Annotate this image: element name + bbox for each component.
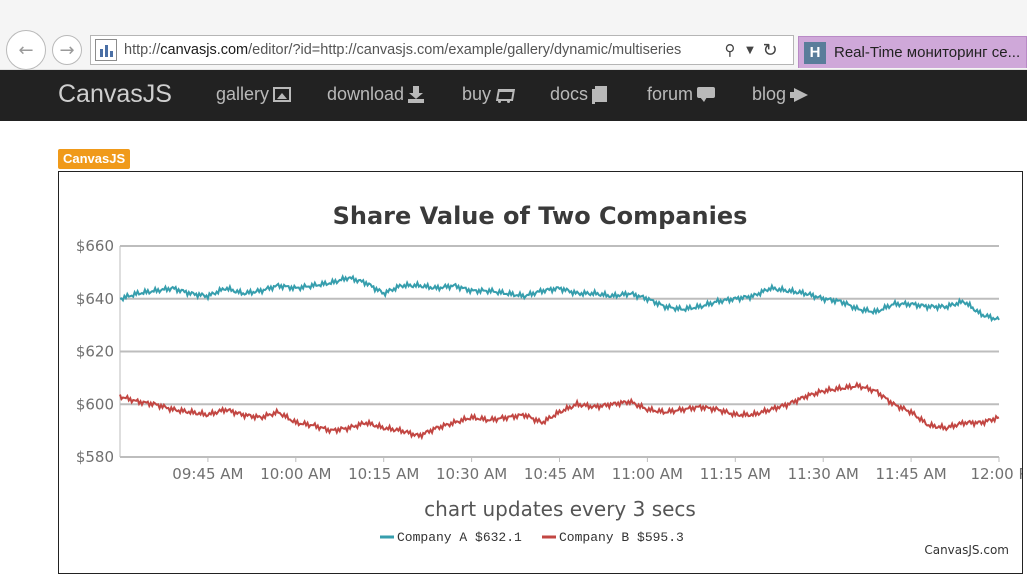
nav-docs-label: docs: [550, 84, 589, 104]
y-tick-label: $600: [76, 395, 114, 413]
nav-buy-label: buy: [462, 84, 492, 104]
legend: Company A $632.1 Company B $595.3: [380, 530, 684, 545]
y-tick-label: $620: [76, 343, 114, 361]
brand-logo[interactable]: CanvasJS: [58, 80, 172, 109]
y-tick-label: $580: [76, 448, 114, 466]
forward-button[interactable]: →: [52, 35, 82, 65]
browser-tab[interactable]: H Real-Time мониторинг се...: [798, 36, 1027, 68]
x-tick-label: 10:15 AM: [348, 465, 419, 483]
chart-container: Share Value of Two Companies $580 $600 $62…: [58, 171, 1023, 574]
y-axis: $580 $600 $620 $640 $660: [76, 237, 114, 466]
x-tick-label: 11:00 AM: [612, 465, 683, 483]
dropdown-arrow-icon[interactable]: ▼: [740, 40, 760, 60]
x-tick-label: 12:00 P: [970, 465, 1022, 483]
y-tick-label: $660: [76, 237, 114, 255]
x-tick-label: 10:45 AM: [524, 465, 595, 483]
refresh-icon[interactable]: ↻: [760, 40, 780, 61]
chart-title: Share Value of Two Companies: [333, 202, 748, 230]
nav-gallery[interactable]: gallery: [216, 84, 292, 105]
image-icon: [273, 87, 292, 102]
x-tick-label: 11:30 AM: [788, 465, 859, 483]
chart-subtitle: chart updates every 3 secs: [424, 497, 696, 521]
nav-forum[interactable]: forum: [647, 84, 716, 105]
grid: [119, 245, 999, 458]
nav-blog-label: blog: [752, 84, 787, 104]
arrow-right-icon: →: [59, 39, 75, 61]
megaphone-icon: [790, 87, 810, 103]
nav-gallery-label: gallery: [216, 84, 270, 104]
series-group: [119, 274, 1000, 441]
legend-item[interactable]: Company A $632.1: [397, 530, 522, 545]
tab-title: Real-Time мониторинг се...: [834, 44, 1021, 61]
chat-icon: [697, 86, 716, 103]
url-field[interactable]: http://canvasjs.com/editor/?id=http://ca…: [124, 42, 720, 58]
nav-forum-label: forum: [647, 84, 694, 104]
x-tick-label: 09:45 AM: [172, 465, 243, 483]
site-navbar: CanvasJS gallery download buy docs forum…: [0, 70, 1027, 121]
x-axis: 09:45 AM 10:00 AM 10:15 AM 10:30 AM 10:45 AM…: [172, 457, 1022, 483]
nav-docs[interactable]: docs: [550, 84, 608, 105]
nav-download[interactable]: download: [327, 84, 425, 105]
y-tick-label: $640: [76, 290, 114, 308]
download-icon: [408, 86, 425, 103]
back-button[interactable]: ←: [6, 30, 46, 70]
nav-download-label: download: [327, 84, 405, 104]
arrow-left-icon: ←: [18, 39, 34, 61]
browser-toolbar: ← → http://canvasjs.com/editor/?id=http:…: [0, 0, 1027, 70]
book-icon: [592, 85, 608, 104]
nav-buy[interactable]: buy: [462, 84, 513, 105]
series-line-company-b[interactable]: [119, 381, 1000, 441]
x-tick-label: 11:45 AM: [875, 465, 946, 483]
address-bar[interactable]: http://canvasjs.com/editor/?id=http://ca…: [90, 35, 794, 65]
chart-credit[interactable]: CanvasJS.com: [924, 543, 1009, 557]
cart-icon: [495, 87, 513, 103]
tab-favicon-icon: H: [804, 41, 826, 64]
legend-item[interactable]: Company B $595.3: [559, 530, 684, 545]
x-tick-label: 10:30 AM: [436, 465, 507, 483]
line-chart: Share Value of Two Companies $580 $600 $62…: [76, 202, 1022, 557]
page-icon: [95, 39, 117, 61]
x-tick-label: 11:15 AM: [700, 465, 771, 483]
search-icon[interactable]: ⚲: [720, 40, 740, 60]
canvasjs-badge: CanvasJS: [58, 149, 131, 169]
x-tick-label: 10:00 AM: [260, 465, 331, 483]
nav-blog[interactable]: blog: [752, 84, 810, 105]
